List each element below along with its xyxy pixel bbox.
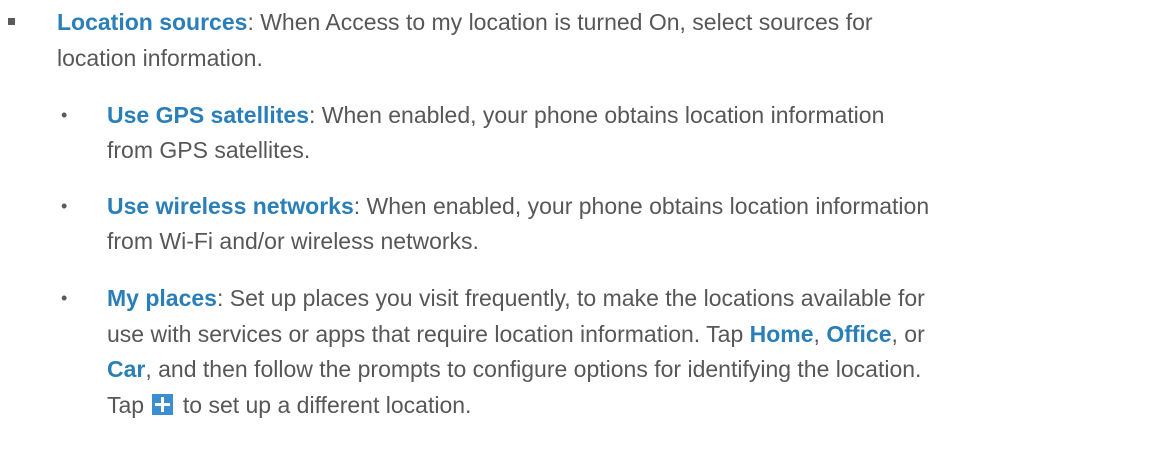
wireless-text-2: from Wi-Fi and/or wireless networks. xyxy=(107,228,479,254)
my-places-line-4: Tap to set up a different location. xyxy=(107,389,471,421)
wireless-line-1: Use wireless networks: When enabled, you… xyxy=(107,190,929,222)
my-places-line-1: My places: Set up places you visit frequ… xyxy=(107,282,925,314)
my-places-text-4: to set up a different location. xyxy=(176,392,472,418)
dot-bullet-icon: • xyxy=(61,288,68,308)
plus-icon xyxy=(152,394,174,415)
my-places-text-2: use with services or apps that require l… xyxy=(107,321,750,347)
location-sources-text-1: : When Access to my location is turned O… xyxy=(247,9,873,35)
dot-bullet-icon: • xyxy=(61,196,68,216)
location-sources-line-1: Location sources: When Access to my loca… xyxy=(57,6,873,38)
my-places-line-3: Car, and then follow the prompts to conf… xyxy=(107,353,921,385)
wireless-term: Use wireless networks xyxy=(107,193,354,219)
wireless-line-2: from Wi-Fi and/or wireless networks. xyxy=(107,225,479,257)
gps-line-1: Use GPS satellites: When enabled, your p… xyxy=(107,99,884,131)
car-term: Car xyxy=(107,356,146,382)
location-sources-line-2: location information. xyxy=(57,42,263,74)
home-term: Home xyxy=(749,321,814,347)
my-places-line-2: use with services or apps that require l… xyxy=(107,318,925,350)
office-term: Office xyxy=(826,321,892,347)
tap-label: Tap xyxy=(107,392,151,418)
square-bullet-icon xyxy=(8,18,15,25)
location-sources-text-2: location information. xyxy=(57,45,263,71)
separator-2: , or xyxy=(891,321,925,347)
gps-line-2: from GPS satellites. xyxy=(107,134,310,166)
my-places-text-1: : Set up places you visit frequently, to… xyxy=(216,285,925,311)
gps-text-1: : When enabled, your phone obtains locat… xyxy=(309,102,885,128)
my-places-text-3: , and then follow the prompts to configu… xyxy=(145,356,922,382)
location-sources-term: Location sources xyxy=(57,9,248,35)
wireless-text-1: : When enabled, your phone obtains locat… xyxy=(353,193,930,219)
my-places-term: My places xyxy=(107,285,217,311)
gps-term: Use GPS satellites xyxy=(107,102,309,128)
dot-bullet-icon: • xyxy=(61,105,68,125)
separator-1: , xyxy=(813,321,827,347)
gps-text-2: from GPS satellites. xyxy=(107,137,311,163)
